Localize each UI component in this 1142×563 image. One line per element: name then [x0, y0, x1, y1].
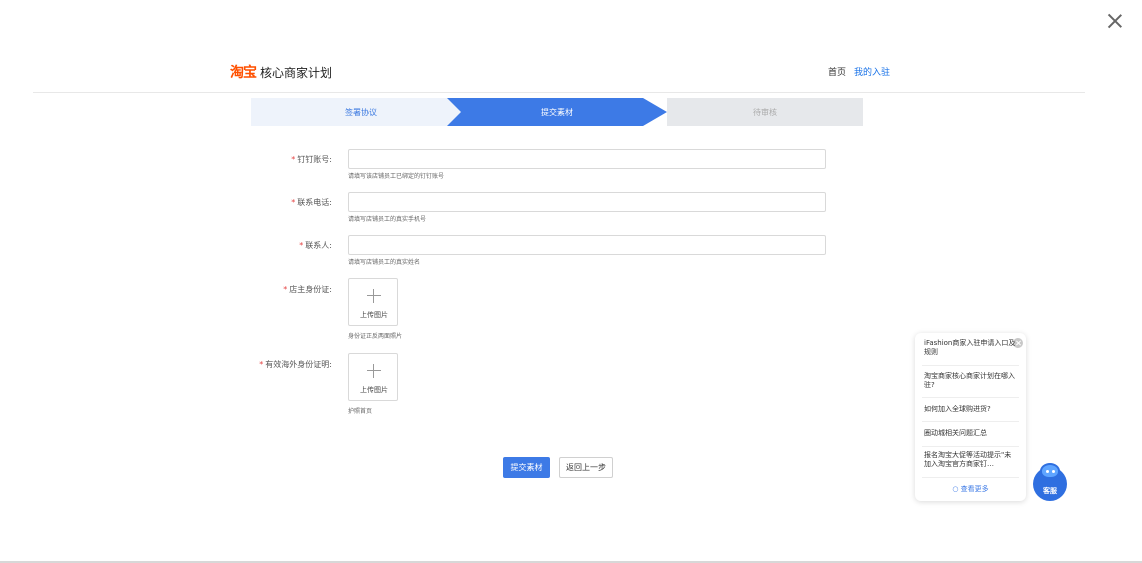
step-sign-agreement: 签署协议 — [251, 98, 471, 126]
overseas-id-upload-button[interactable]: 上传图片 — [348, 353, 398, 401]
assistant-button[interactable]: 客服 — [1033, 463, 1067, 501]
back-step-button[interactable]: 返回上一步 — [559, 457, 613, 478]
header: 淘宝 核心商家计划 首页 我的入驻 — [230, 62, 890, 82]
faq-more-link[interactable]: ○ 查看更多 — [915, 484, 1026, 494]
owner-id-label: * 店主身份证: — [283, 284, 332, 295]
contact-hint: 请填写店铺员工的真实姓名 — [348, 259, 421, 266]
close-icon[interactable] — [1106, 12, 1124, 30]
taobao-logo: 淘宝 — [230, 65, 257, 81]
required-mark: * — [259, 360, 264, 369]
step-label: 待审核 — [753, 107, 777, 117]
search-icon: ○ — [952, 485, 959, 493]
nav-my-entry-link[interactable]: 我的入驻 — [854, 65, 890, 78]
label-text: 钉钉账号: — [297, 155, 332, 164]
step-pending-review: 待审核 — [667, 98, 863, 126]
contact-input[interactable] — [348, 235, 826, 255]
phone-label: * 联系电话: — [291, 197, 332, 208]
faq-divider — [922, 477, 1019, 478]
plus-icon — [367, 364, 381, 378]
faq-divider — [922, 446, 1019, 447]
assistant-label: 客服 — [1043, 487, 1057, 495]
submit-materials-button[interactable]: 提交素材 — [503, 457, 550, 478]
label-text: 店主身份证: — [289, 285, 332, 294]
owner-id-upload-button[interactable]: 上传图片 — [348, 278, 398, 326]
faq-item[interactable]: 报名淘宝大促等活动提示"未加入淘宝官方商家钉… — [924, 451, 1016, 469]
step-label: 提交素材 — [541, 107, 573, 117]
top-nav: 首页 我的入驻 — [828, 65, 890, 78]
contact-label: * 联系人: — [299, 240, 332, 251]
upload-label: 上传图片 — [360, 386, 388, 394]
overseas-id-label: * 有效海外身份证明: — [259, 359, 332, 370]
faq-divider — [922, 365, 1019, 366]
faq-item[interactable]: iFashion商家入驻申请入口及规则 — [924, 339, 1016, 357]
required-mark: * — [291, 198, 296, 207]
label-text: 联系人: — [305, 241, 332, 250]
header-divider — [33, 92, 1085, 93]
owner-id-hint: 身份证正反两面照片 — [348, 333, 403, 340]
upload-label: 上传图片 — [360, 311, 388, 319]
overseas-id-hint: 护照首页 — [348, 408, 373, 415]
more-label: 查看更多 — [960, 485, 989, 493]
faq-panel: iFashion商家入驻申请入口及规则 淘宝商家核心商家计划在哪入驻? 如何加入… — [915, 333, 1026, 501]
faq-divider — [922, 397, 1019, 398]
brand[interactable]: 淘宝 核心商家计划 — [230, 62, 332, 82]
faq-item[interactable]: 淘宝商家核心商家计划在哪入驻? — [924, 372, 1016, 390]
dingtalk-label: * 钉钉账号: — [291, 154, 332, 165]
step-submit-materials: 提交素材 — [447, 98, 667, 126]
phone-hint: 请填写店铺员工的真实手机号 — [348, 216, 427, 223]
step-label: 签署协议 — [345, 107, 377, 117]
dingtalk-hint: 请填写该店铺员工已绑定的钉钉账号 — [348, 173, 445, 180]
page: 淘宝 核心商家计划 首页 我的入驻 签署协议 待审核 提交素材 * 钉钉账号: 请… — [0, 0, 1142, 563]
required-mark: * — [299, 241, 304, 250]
page-title: 核心商家计划 — [260, 65, 333, 80]
phone-input[interactable] — [348, 192, 826, 212]
required-mark: * — [283, 285, 288, 294]
progress-steps: 签署协议 待审核 提交素材 — [251, 98, 863, 126]
faq-divider — [922, 421, 1019, 422]
plus-icon — [367, 289, 381, 303]
required-mark: * — [291, 155, 296, 164]
robot-icon — [1040, 463, 1060, 479]
faq-item[interactable]: 如何加入全球购进货? — [924, 405, 1016, 414]
nav-home-link[interactable]: 首页 — [828, 65, 846, 78]
faq-item[interactable]: 圈动城相关问题汇总 — [924, 429, 1016, 438]
label-text: 联系电话: — [297, 198, 332, 207]
dingtalk-input[interactable] — [348, 149, 826, 169]
label-text: 有效海外身份证明: — [265, 360, 332, 369]
